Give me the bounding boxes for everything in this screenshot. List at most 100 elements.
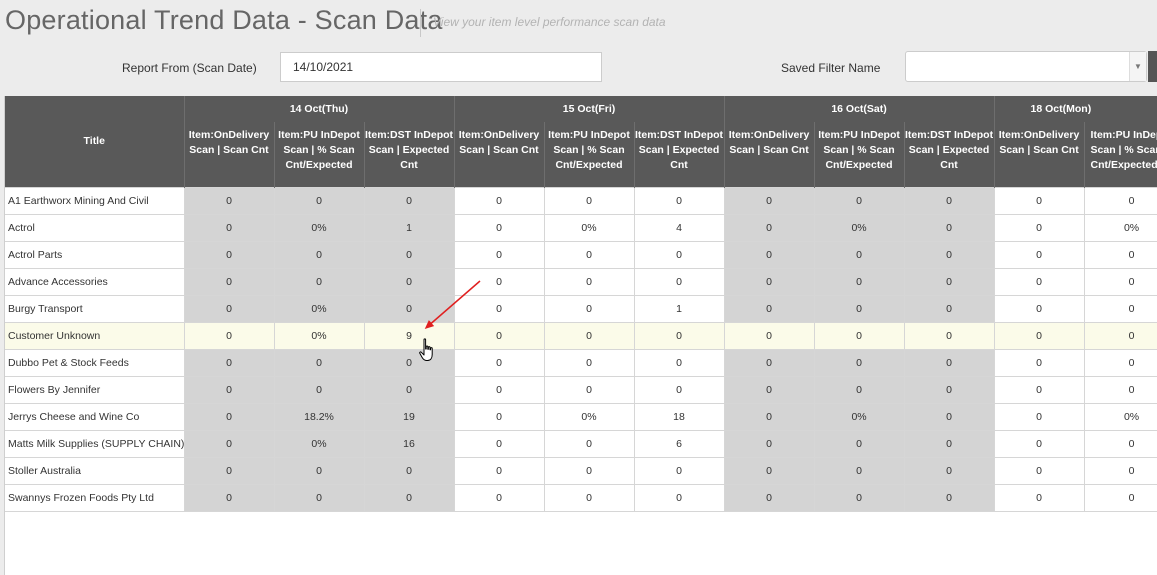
table-cell[interactable]: 0: [274, 186, 365, 215]
table-cell[interactable]: 0: [724, 483, 815, 512]
table-cell[interactable]: 0: [904, 402, 995, 431]
table-cell[interactable]: 0: [904, 456, 995, 485]
table-cell[interactable]: 0: [904, 294, 995, 323]
table-cell[interactable]: 0: [904, 429, 995, 458]
table-cell[interactable]: 0: [454, 456, 545, 485]
column-header-g3-c0[interactable]: Item:OnDelivery Scan | Scan Cnt: [994, 122, 1085, 187]
table-cell[interactable]: 0: [544, 321, 635, 350]
report-from-date-input[interactable]: [280, 52, 602, 82]
table-cell[interactable]: 0: [634, 240, 725, 269]
table-cell[interactable]: 19: [364, 402, 455, 431]
row-title-cell[interactable]: Dubbo Pet & Stock Feeds: [5, 348, 185, 377]
table-cell[interactable]: 0: [544, 348, 635, 377]
table-cell[interactable]: 0: [184, 186, 275, 215]
table-cell[interactable]: 0: [454, 213, 545, 242]
table-cell[interactable]: 0: [994, 483, 1085, 512]
table-cell[interactable]: 0: [994, 429, 1085, 458]
table-cell[interactable]: 0: [814, 240, 905, 269]
table-cell[interactable]: 0: [364, 375, 455, 404]
table-cell[interactable]: 0: [184, 456, 275, 485]
table-cell[interactable]: 0: [904, 267, 995, 296]
table-cell[interactable]: 0: [994, 402, 1085, 431]
table-cell[interactable]: 0: [544, 429, 635, 458]
table-cell[interactable]: 0: [904, 483, 995, 512]
table-cell[interactable]: 0%: [544, 213, 635, 242]
table-cell[interactable]: 0: [904, 375, 995, 404]
table-cell[interactable]: 0%: [814, 402, 905, 431]
table-cell[interactable]: 0: [454, 240, 545, 269]
table-cell[interactable]: 0: [904, 213, 995, 242]
table-cell[interactable]: 0: [364, 348, 455, 377]
table-row[interactable]: Matts Milk Supplies (SUPPLY CHAIN) 0 0% 16 0…: [5, 429, 1157, 458]
table-cell[interactable]: 0%: [814, 213, 905, 242]
table-cell[interactable]: 0: [1084, 294, 1157, 323]
table-cell[interactable]: 0: [364, 294, 455, 323]
table-cell[interactable]: 0: [994, 186, 1085, 215]
table-cell[interactable]: 18.2%: [274, 402, 365, 431]
table-cell[interactable]: 0: [634, 348, 725, 377]
row-title-cell[interactable]: Burgy Transport: [5, 294, 185, 323]
table-row[interactable]: Customer Unknown 0 0% 9 0 0 0 0 0 0 0 0: [5, 321, 1157, 350]
table-cell[interactable]: 0: [544, 456, 635, 485]
table-cell[interactable]: 0: [814, 456, 905, 485]
table-cell[interactable]: 0%: [274, 429, 365, 458]
table-cell[interactable]: 0: [724, 429, 815, 458]
table-cell[interactable]: 0: [274, 456, 365, 485]
table-cell[interactable]: 0: [724, 456, 815, 485]
table-cell[interactable]: 0: [814, 267, 905, 296]
column-header-g1-c1[interactable]: Item:PU InDepot Scan | % Scan Cnt/Expect…: [544, 122, 635, 187]
table-cell[interactable]: 0: [814, 186, 905, 215]
table-cell[interactable]: 0: [454, 375, 545, 404]
row-title-cell[interactable]: Flowers By Jennifer: [5, 375, 185, 404]
table-row[interactable]: Actrol Parts 0 0 0 0 0 0 0 0 0 0 0: [5, 240, 1157, 269]
row-title-cell[interactable]: Customer Unknown: [5, 321, 185, 350]
table-cell[interactable]: 0: [1084, 429, 1157, 458]
table-cell[interactable]: 0: [454, 402, 545, 431]
table-row[interactable]: Flowers By Jennifer 0 0 0 0 0 0 0 0 0 0 0: [5, 375, 1157, 404]
table-cell[interactable]: 0: [814, 294, 905, 323]
table-cell[interactable]: 0: [634, 456, 725, 485]
table-row[interactable]: Advance Accessories 0 0 0 0 0 0 0 0 0 0 0: [5, 267, 1157, 296]
table-cell[interactable]: 0: [184, 483, 275, 512]
table-cell[interactable]: 0: [1084, 483, 1157, 512]
table-cell[interactable]: 0: [454, 483, 545, 512]
table-row[interactable]: A1 Earthworx Mining And Civil 0 0 0 0 0 0 0 0 0 0 0: [5, 186, 1157, 215]
table-cell[interactable]: 0%: [274, 321, 365, 350]
table-cell[interactable]: 0: [454, 267, 545, 296]
table-cell[interactable]: 0: [994, 240, 1085, 269]
table-cell[interactable]: 0: [634, 186, 725, 215]
table-row[interactable]: Stoller Australia 0 0 0 0 0 0 0 0 0 0 0: [5, 456, 1157, 485]
table-cell[interactable]: 0: [724, 267, 815, 296]
table-cell[interactable]: 0: [184, 267, 275, 296]
saved-filter-action-button[interactable]: [1148, 51, 1157, 82]
table-cell[interactable]: 0: [1084, 186, 1157, 215]
table-cell[interactable]: 1: [634, 294, 725, 323]
table-cell[interactable]: 0: [994, 294, 1085, 323]
table-cell[interactable]: 0: [184, 213, 275, 242]
table-cell[interactable]: 0: [724, 348, 815, 377]
table-cell[interactable]: 0: [634, 483, 725, 512]
table-cell[interactable]: 0: [544, 267, 635, 296]
column-header-g2-c0[interactable]: Item:OnDelivery Scan | Scan Cnt: [724, 122, 815, 187]
row-title-cell[interactable]: Advance Accessories: [5, 267, 185, 296]
table-cell[interactable]: 0%: [544, 402, 635, 431]
column-header-g0-c2[interactable]: Item:DST InDepot Scan | Expected Cnt: [364, 122, 455, 187]
table-cell[interactable]: 0: [994, 348, 1085, 377]
table-cell[interactable]: 0: [364, 456, 455, 485]
table-cell[interactable]: 0: [724, 402, 815, 431]
chevron-down-icon[interactable]: ▼: [1129, 52, 1146, 81]
table-cell[interactable]: 0: [814, 483, 905, 512]
table-cell[interactable]: 9: [364, 321, 455, 350]
table-cell[interactable]: 0: [994, 267, 1085, 296]
row-title-cell[interactable]: Jerrys Cheese and Wine Co: [5, 402, 185, 431]
table-cell[interactable]: 0: [364, 267, 455, 296]
saved-filter-select[interactable]: ▼: [905, 51, 1147, 82]
table-cell[interactable]: 4: [634, 213, 725, 242]
table-cell[interactable]: 0%: [1084, 213, 1157, 242]
table-cell[interactable]: 0%: [274, 294, 365, 323]
table-cell[interactable]: 0: [274, 240, 365, 269]
column-header-g0-c1[interactable]: Item:PU InDepot Scan | % Scan Cnt/Expect…: [274, 122, 365, 187]
table-cell[interactable]: 0: [724, 294, 815, 323]
table-cell[interactable]: 0: [544, 483, 635, 512]
row-title-cell[interactable]: A1 Earthworx Mining And Civil: [5, 186, 185, 215]
